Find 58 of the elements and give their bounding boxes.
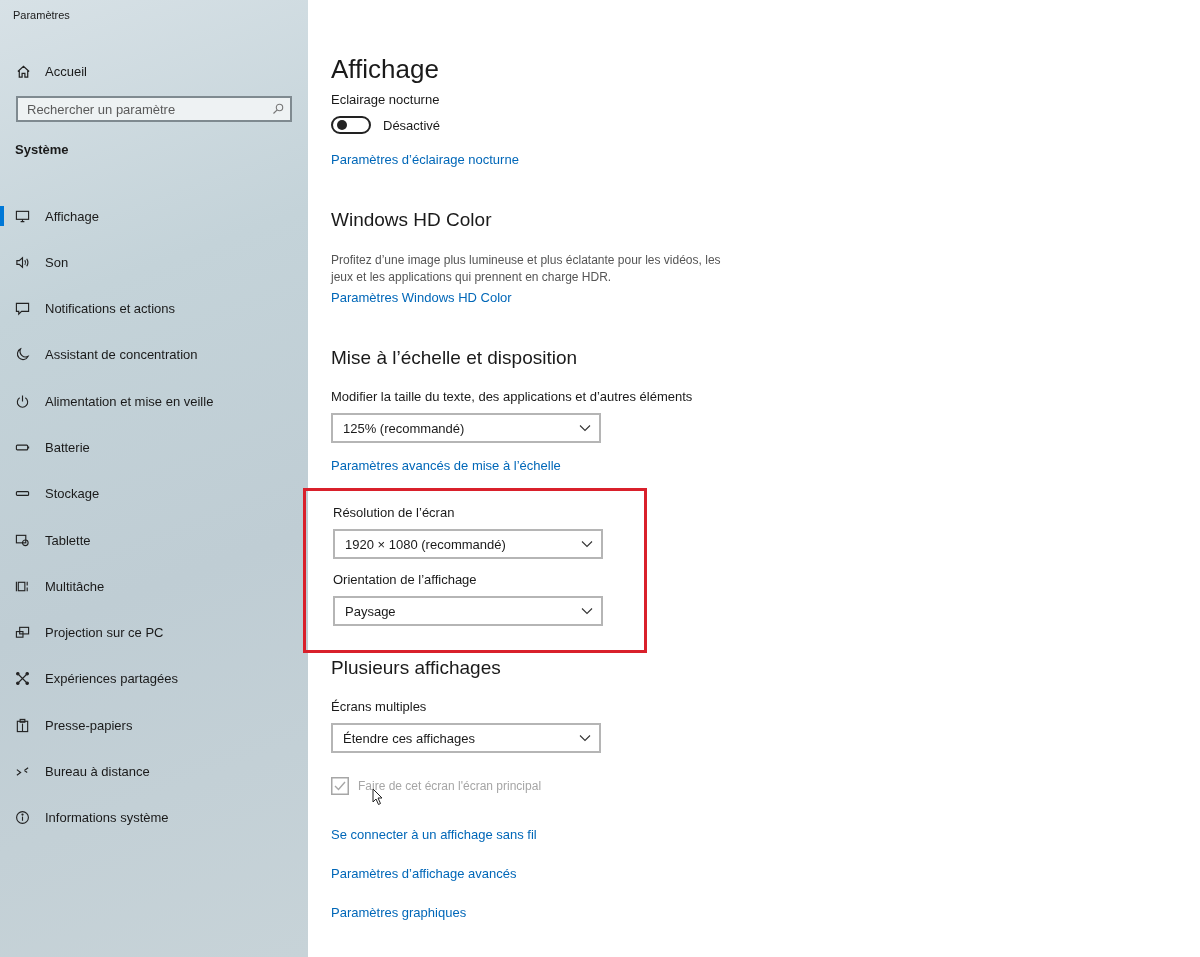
projection-icon <box>15 625 30 641</box>
home-icon <box>16 63 31 79</box>
search-field[interactable]: Rechercher un paramètre <box>16 96 292 122</box>
setting-label: Eclairage nocturne <box>331 92 440 107</box>
window-title: Paramètres <box>13 9 71 23</box>
page-title: Affichage <box>331 53 439 86</box>
share-icon <box>15 671 30 687</box>
settings-link[interactable]: Paramètres d’affichage avancés <box>331 866 517 881</box>
nav-item[interactable]: Affichage <box>0 206 99 226</box>
info-icon <box>15 810 30 826</box>
section-heading: Windows HD Color <box>331 209 492 231</box>
section-heading: Plusieurs affichages <box>331 657 501 679</box>
nav-item[interactable]: Multitâche <box>0 576 105 597</box>
speaker-icon <box>15 254 30 270</box>
nav-item[interactable]: Batterie <box>0 437 90 458</box>
moon-icon <box>15 347 30 363</box>
dropdown[interactable]: 1920 × 1080 (recommandé) <box>333 529 603 559</box>
chevron-down-icon <box>581 607 593 615</box>
nav-item[interactable]: Assistant de concentration <box>0 344 198 365</box>
clipboard-icon <box>15 717 30 733</box>
search-icon <box>272 103 284 115</box>
section-heading: Système <box>15 142 69 157</box>
toggle-switch[interactable] <box>331 116 371 134</box>
nav-item[interactable]: Notifications et actions <box>0 298 176 319</box>
chevron-down-icon <box>581 540 593 548</box>
setting-label: Résolution de l’écran <box>333 505 456 520</box>
settings-link[interactable]: Paramètres graphiques <box>331 905 467 920</box>
nav-item[interactable]: Stockage <box>0 483 100 504</box>
nav-item[interactable]: Projection sur ce PC <box>0 622 164 643</box>
settings-link[interactable]: Se connecter à un affichage sans fil <box>331 827 537 842</box>
dropdown[interactable]: 125% (recommandé) <box>331 413 601 443</box>
nav-item[interactable]: Son <box>0 252 69 273</box>
power-icon <box>15 393 30 409</box>
home-link[interactable]: Accueil <box>16 62 87 80</box>
dropdown[interactable]: Étendre ces affichages <box>331 723 601 753</box>
settings-link[interactable]: Paramètres Windows HD Color <box>331 290 512 305</box>
chevron-down-icon <box>579 734 591 742</box>
monitor-icon <box>15 208 30 224</box>
setting-label: Orientation de l’affichage <box>333 572 478 587</box>
nav-item[interactable]: Informations système <box>0 807 169 828</box>
tablet-icon <box>15 532 30 548</box>
nav-item[interactable]: Presse-papiers <box>0 715 133 736</box>
settings-link[interactable]: Paramètres avancés de mise à l’échelle <box>331 458 561 473</box>
chevron-down-icon <box>579 424 591 432</box>
dropdown[interactable]: Paysage <box>333 596 603 626</box>
toggle-state: Désactivé <box>383 117 441 133</box>
settings-link[interactable]: Paramètres d’éclairage nocturne <box>331 152 519 167</box>
speech-bubble-icon <box>15 301 30 317</box>
nav-item[interactable]: Bureau à distance <box>0 761 150 782</box>
setting-label: Modifier la taille du texte, des applications et d’autres éléments <box>331 389 693 404</box>
nav-item[interactable]: Alimentation et mise en veille <box>0 391 214 412</box>
setting-label: Écrans multiples <box>331 699 427 714</box>
description-text: Profitez d’une image plus lumineuse et plus éclatante pour les vidéos, les jeux et les applications qui prennent en charge HDR. <box>331 252 722 286</box>
section-heading: Mise à l’échelle et disposition <box>331 347 578 369</box>
nav-item[interactable]: Tablette <box>0 530 91 551</box>
nav-item[interactable]: Expériences partagées <box>0 668 178 689</box>
checkbox-label: Faire de cet écran l'écran principal <box>358 779 542 793</box>
mouse-pointer-icon <box>372 788 384 806</box>
